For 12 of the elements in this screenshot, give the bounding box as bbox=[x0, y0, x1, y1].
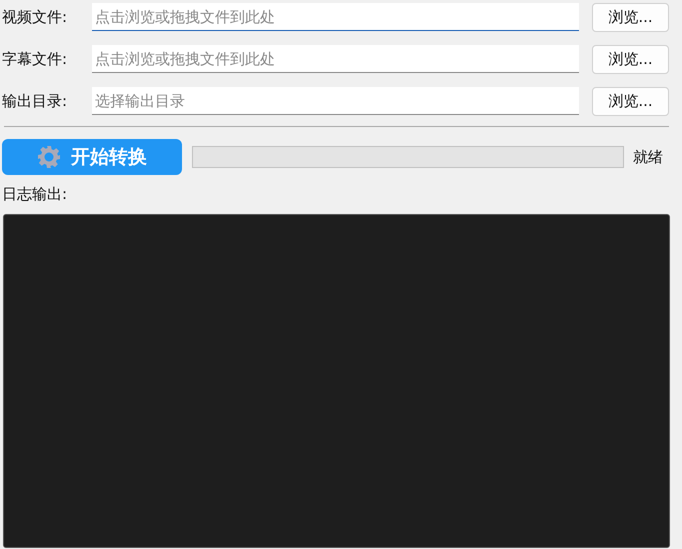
input-field[interactable]: 点击浏览或拖拽文件到此处 bbox=[92, 3, 579, 31]
gear-icon bbox=[37, 145, 61, 169]
input-field[interactable]: 点击浏览或拖拽文件到此处 bbox=[92, 45, 579, 73]
field-label: 输出目录: bbox=[2, 92, 68, 110]
browse-button[interactable]: 浏览... bbox=[592, 86, 669, 116]
status-text: 就绪 bbox=[633, 148, 664, 166]
browse-button[interactable]: 浏览... bbox=[592, 44, 669, 74]
browse-button[interactable]: 浏览... bbox=[592, 2, 669, 32]
field-label: 字幕文件: bbox=[2, 50, 68, 68]
input-field[interactable]: 选择输出目录 bbox=[92, 87, 579, 115]
field-label: 视频文件: bbox=[2, 8, 68, 26]
log-label: 日志输出: bbox=[2, 185, 68, 205]
